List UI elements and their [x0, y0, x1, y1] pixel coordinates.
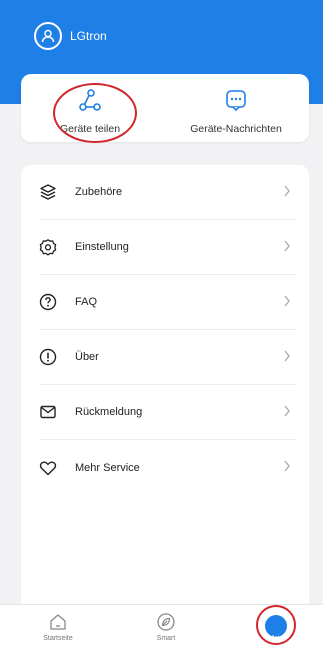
- chevron-right-icon: [283, 184, 291, 202]
- annotation-circle-mein: [256, 605, 296, 645]
- chevron-right-icon: [283, 349, 291, 367]
- exclamation-circle-icon: [39, 348, 57, 366]
- menu-item-label: Rückmeldung: [75, 406, 143, 418]
- chevron-right-icon: [283, 404, 291, 422]
- device-messages-button[interactable]: Geräte-Nachrichten: [181, 86, 291, 135]
- tab-label: Startseite: [43, 635, 73, 642]
- username: LGtron: [70, 29, 107, 43]
- menu-item-settings[interactable]: Einstellung: [39, 220, 295, 275]
- user-icon: [34, 22, 62, 50]
- leaf-icon: [156, 611, 176, 633]
- menu-item-faq[interactable]: FAQ: [39, 275, 295, 330]
- profile-section[interactable]: LGtron: [34, 22, 107, 50]
- home-icon: [48, 611, 68, 633]
- tab-startseite[interactable]: Startseite: [28, 611, 88, 642]
- chevron-right-icon: [283, 459, 291, 477]
- chevron-right-icon: [283, 294, 291, 312]
- envelope-icon: [39, 403, 57, 421]
- menu-item-label: Mehr Service: [75, 461, 140, 474]
- device-messages-label: Geräte-Nachrichten: [190, 123, 282, 135]
- menu-item-feedback[interactable]: Rückmeldung: [39, 385, 295, 440]
- layers-icon: [39, 183, 57, 201]
- menu-item-label: Über: [75, 351, 99, 363]
- settings-menu: Zubehöre Einstellung FAQ Über Rückmeldun…: [21, 165, 309, 605]
- chevron-right-icon: [283, 239, 291, 257]
- tab-smart[interactable]: Smart: [136, 611, 196, 642]
- menu-item-about[interactable]: Über: [39, 330, 295, 385]
- menu-item-label: Zubehöre: [75, 186, 123, 198]
- annotation-circle-share: [53, 83, 137, 143]
- tab-label: Smart: [156, 635, 176, 642]
- message-dots-icon: [224, 86, 248, 114]
- heart-icon: [39, 459, 57, 477]
- menu-item-more-service[interactable]: Mehr Service: [39, 440, 295, 495]
- menu-item-label: FAQ: [75, 296, 98, 308]
- question-circle-icon: [39, 293, 57, 311]
- menu-item-accessories[interactable]: Zubehöre: [39, 165, 295, 220]
- gear-icon: [39, 238, 57, 256]
- menu-item-label: Einstellung: [75, 241, 129, 253]
